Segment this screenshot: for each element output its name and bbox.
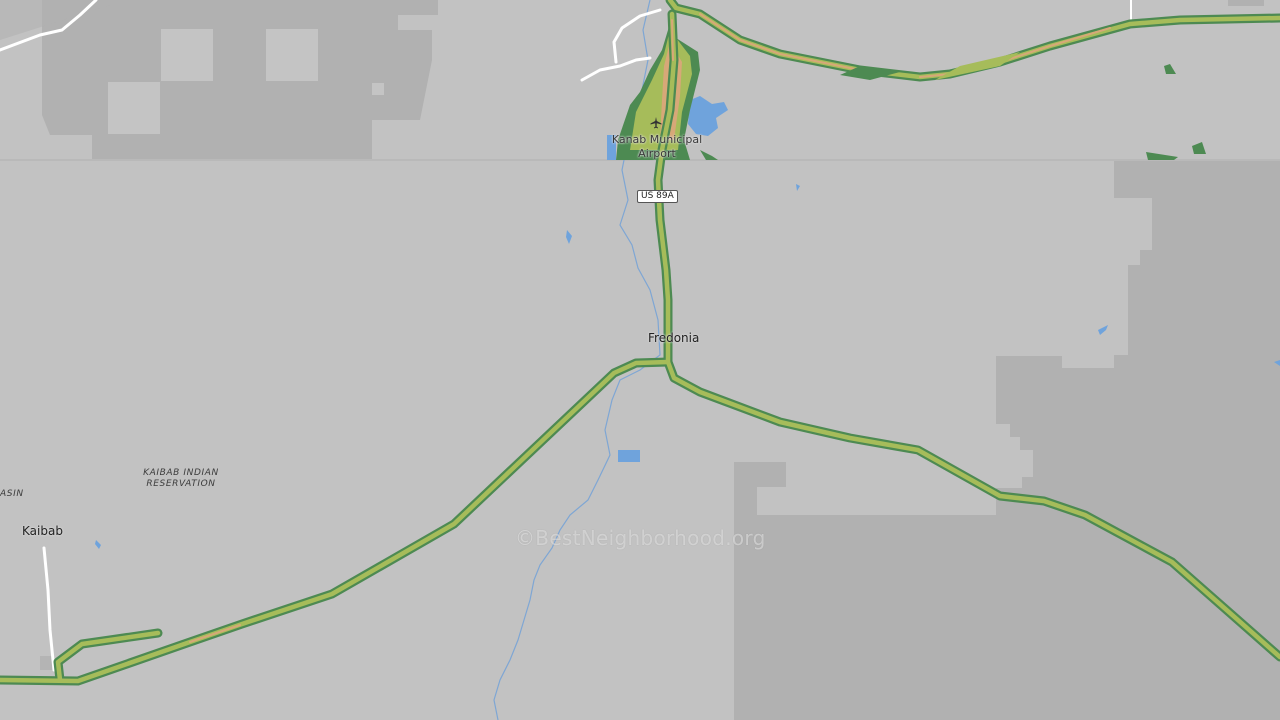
- reservation-label-line2: RESERVATION: [146, 479, 216, 489]
- highway-shield-us89a[interactable]: US 89A: [637, 190, 678, 203]
- airport-label[interactable]: Kanab Municipal Airport: [604, 133, 710, 161]
- map-layer: [0, 0, 1280, 720]
- airport-label-line2: Airport: [638, 147, 676, 160]
- place-label-kaibab[interactable]: Kaibab: [22, 524, 63, 538]
- reservation-label-line1: KAIBAB INDIAN: [143, 468, 219, 478]
- reservation-label: KAIBAB INDIAN RESERVATION: [126, 468, 236, 490]
- place-label-fredonia[interactable]: Fredonia: [648, 331, 699, 345]
- airplane-icon[interactable]: [649, 116, 663, 130]
- airport-label-line1: Kanab Municipal: [611, 133, 703, 146]
- watermark: ©BestNeighborhood.org: [515, 526, 766, 550]
- map-canvas[interactable]: Kanab Municipal Airport US 89A Fredonia …: [0, 0, 1280, 720]
- basin-label: ASIN: [0, 489, 24, 499]
